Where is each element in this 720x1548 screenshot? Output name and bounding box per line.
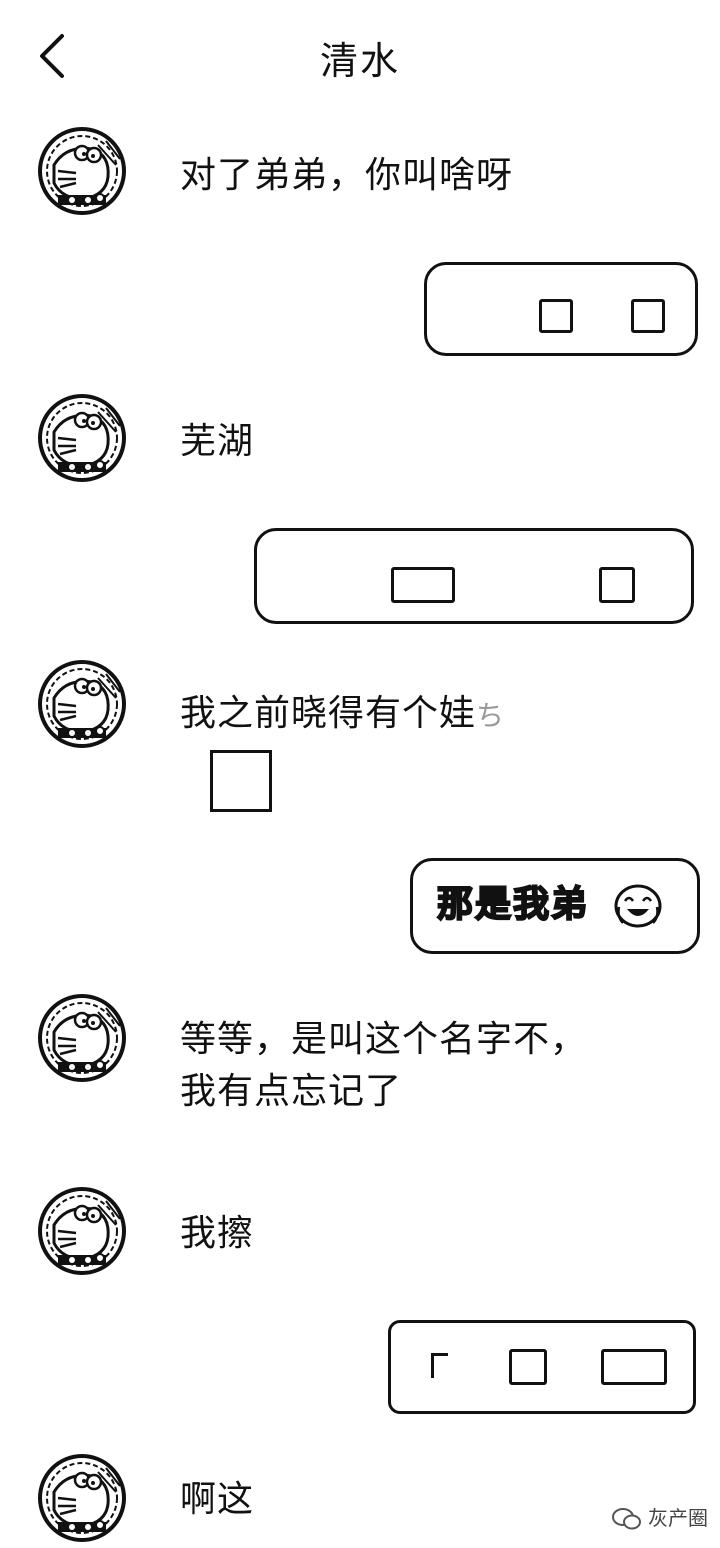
chat-title: 清水: [319, 39, 400, 83]
censored-glyph: [210, 750, 272, 812]
message-line: 我有点忘记了: [180, 1071, 403, 1112]
message-cut-glyph: ち: [476, 699, 506, 732]
avatar[interactable]: [36, 1452, 128, 1544]
doraemon-avatar-icon: [38, 994, 126, 1082]
censored-glyph: [391, 567, 455, 603]
censored-glyph: [599, 567, 635, 603]
message-text: 那是我弟: [436, 884, 590, 926]
doraemon-avatar-icon: [38, 394, 126, 482]
censored-glyph: [509, 1349, 547, 1385]
censored-glyph: [539, 299, 573, 333]
censored-glyph: [631, 299, 665, 333]
watermark-text: 灰产圈: [648, 1505, 708, 1530]
doraemon-avatar-icon: [38, 1454, 126, 1542]
incoming-message: 等等，是叫这个名字不， 我有点忘记了: [180, 1014, 587, 1118]
watermark: 灰产圈: [611, 1502, 708, 1532]
outgoing-message-bubble[interactable]: [254, 528, 694, 624]
incoming-message: 啊这: [180, 1479, 255, 1520]
wechat-logo-icon: [611, 1508, 641, 1530]
outgoing-message-bubble[interactable]: [388, 1320, 696, 1414]
incoming-message: 芜湖: [180, 421, 255, 462]
censored-glyph: [601, 1349, 667, 1385]
message-line: 等等，是叫这个名字不，: [180, 1019, 588, 1060]
incoming-message: 我擦: [180, 1213, 255, 1254]
outgoing-message-bubble[interactable]: 那是我弟: [410, 858, 700, 954]
laughing-cry-emoji-icon: [614, 884, 662, 928]
doraemon-avatar-icon: [38, 127, 126, 215]
censored-glyph: [431, 1353, 448, 1378]
doraemon-avatar-icon: [38, 660, 126, 748]
avatar[interactable]: [36, 125, 128, 217]
incoming-message: 我之前晓得有个娃ち: [180, 688, 505, 742]
avatar[interactable]: [36, 392, 128, 484]
outgoing-message-bubble[interactable]: [424, 262, 698, 356]
message-text: 我之前晓得有个娃: [180, 693, 477, 734]
avatar[interactable]: [36, 658, 128, 750]
avatar[interactable]: [36, 1185, 128, 1277]
avatar[interactable]: [36, 992, 128, 1084]
doraemon-avatar-icon: [38, 1187, 126, 1275]
incoming-message: 对了弟弟，你叫啥呀: [180, 155, 514, 196]
chat-header: 清水: [0, 0, 720, 110]
